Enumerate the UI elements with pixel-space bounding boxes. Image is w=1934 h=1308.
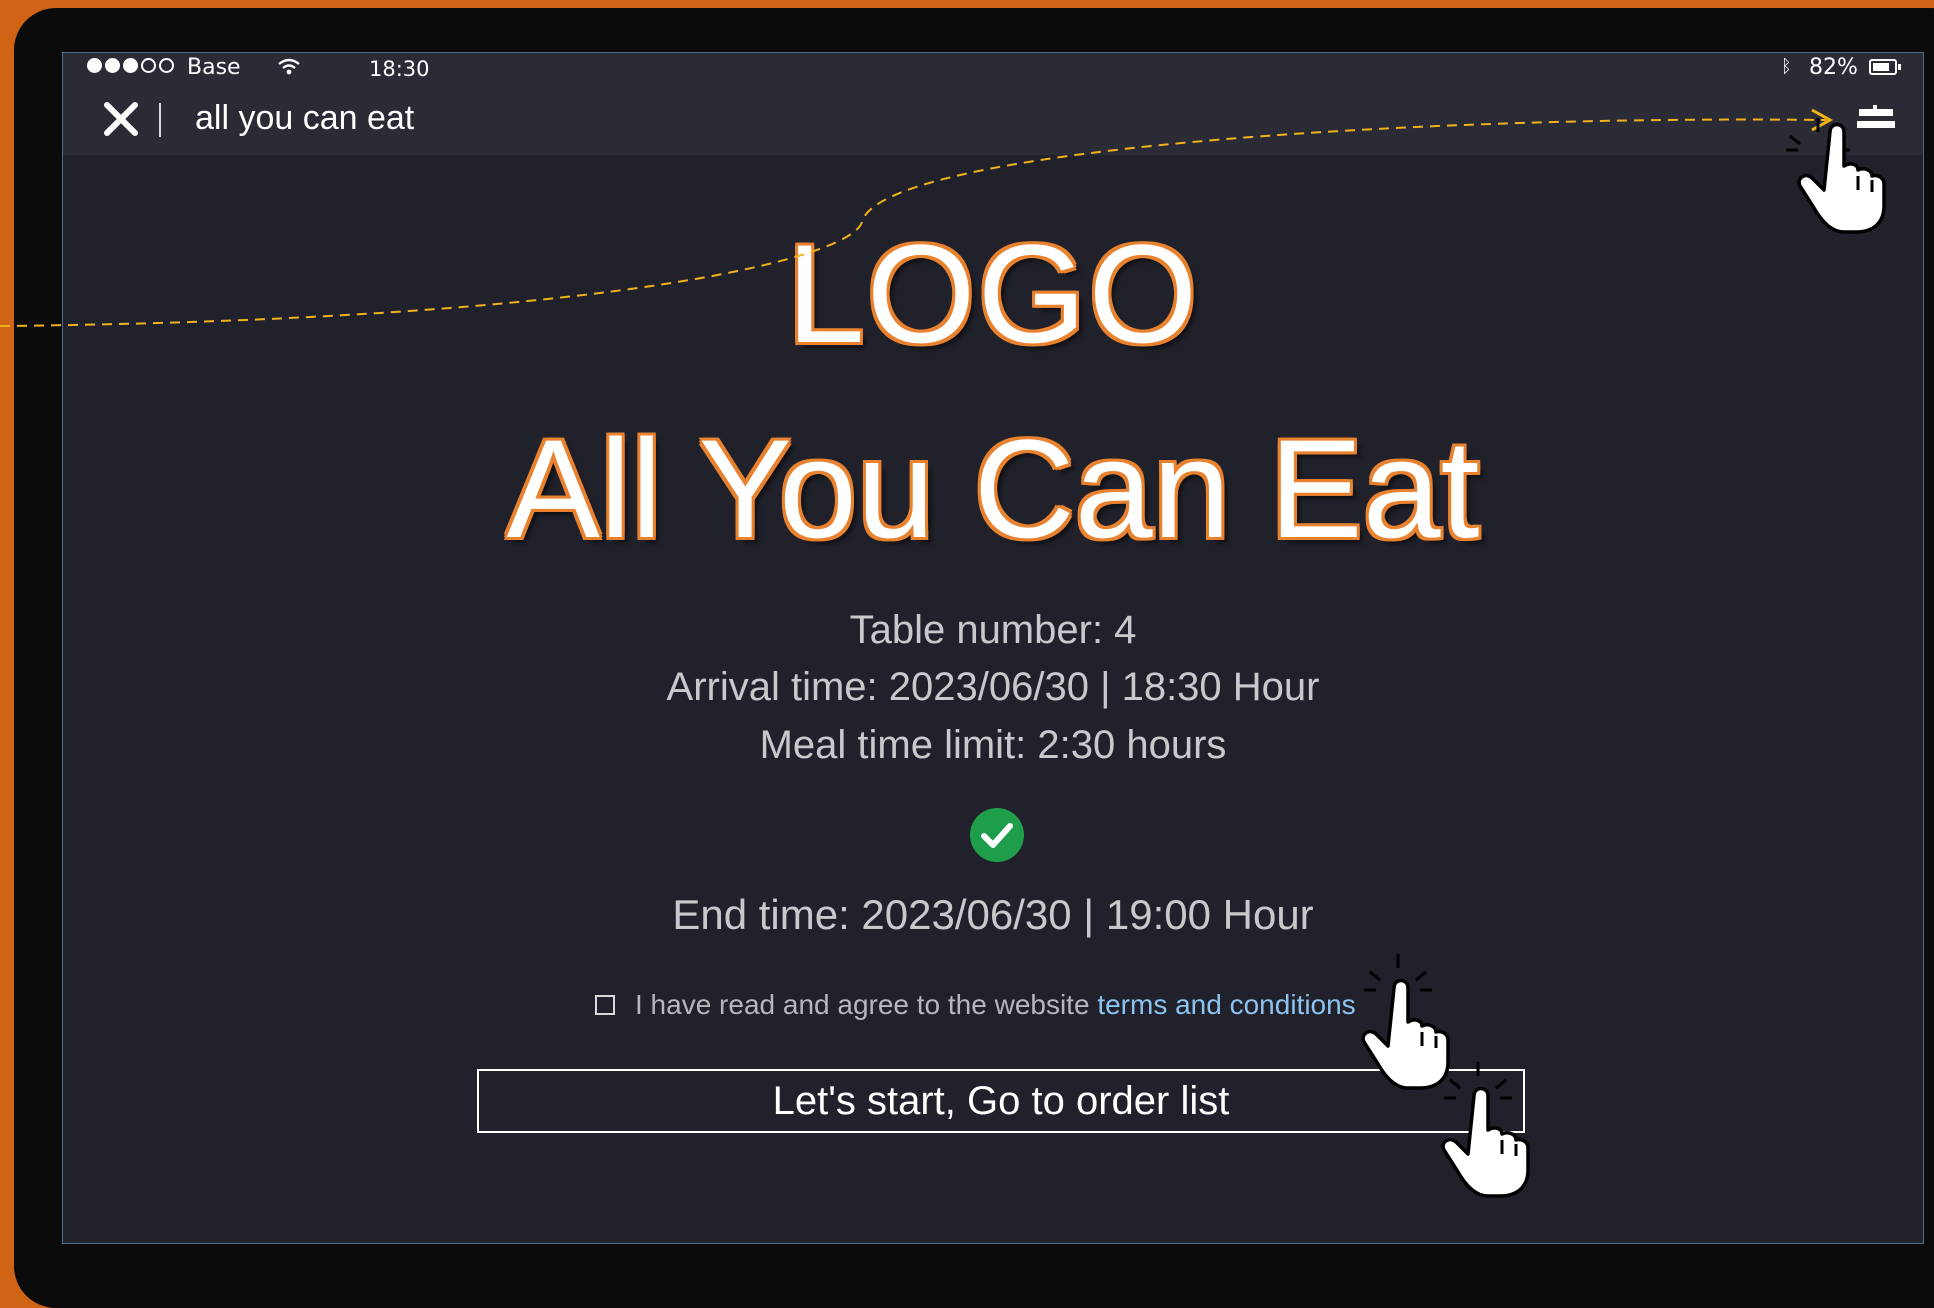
carrier-name: Base bbox=[187, 55, 241, 80]
top-nav-bar: all you can eat bbox=[63, 85, 1923, 155]
signal-dot bbox=[105, 58, 120, 73]
battery-level bbox=[1873, 63, 1889, 71]
arrival-time: Arrival time: 2023/06/30 | 18:30 Hour bbox=[666, 665, 1320, 709]
bluetooth-icon: ᛒ bbox=[1781, 56, 1792, 77]
signal-dot bbox=[87, 58, 102, 73]
table-number: Table number: 4 bbox=[849, 608, 1137, 652]
page-title: all you can eat bbox=[195, 99, 415, 137]
clock: 18:30 bbox=[369, 57, 430, 81]
battery-percent: 82% bbox=[1809, 55, 1858, 80]
terms-checkbox[interactable] bbox=[595, 995, 615, 1015]
check-circle-icon bbox=[970, 808, 1024, 862]
end-time: End time: 2023/06/30 | 19:00 Hour bbox=[672, 891, 1314, 938]
battery-icon bbox=[1869, 59, 1901, 75]
device-frame: Base 18:30 ᛒ 82% all you can eat LOGO Al… bbox=[14, 8, 1934, 1308]
signal-dot bbox=[141, 58, 156, 73]
signal-dot bbox=[159, 58, 174, 73]
start-order-button[interactable]: Let's start, Go to order list bbox=[477, 1069, 1525, 1133]
terms-agreement: I have read and agree to the website ter… bbox=[595, 989, 1356, 1021]
terms-text: I have read and agree to the website bbox=[635, 989, 1090, 1020]
meal-time-limit: Meal time limit: 2:30 hours bbox=[759, 723, 1227, 767]
terms-link[interactable]: terms and conditions bbox=[1097, 989, 1355, 1020]
menu-icon[interactable] bbox=[1853, 101, 1899, 141]
wifi-icon bbox=[278, 58, 300, 75]
headline: All You Can Eat bbox=[506, 410, 1480, 567]
status-bar: Base 18:30 ᛒ 82% bbox=[63, 53, 1923, 85]
signal-strength-icon bbox=[87, 58, 174, 73]
signal-dot bbox=[123, 58, 138, 73]
restaurant-logo: LOGO bbox=[786, 215, 1200, 372]
app-screen: Base 18:30 ᛒ 82% all you can eat LOGO Al… bbox=[62, 52, 1924, 1244]
close-icon[interactable] bbox=[97, 95, 145, 143]
terms-label: I have read and agree to the website ter… bbox=[635, 989, 1356, 1021]
nav-divider bbox=[159, 103, 161, 137]
